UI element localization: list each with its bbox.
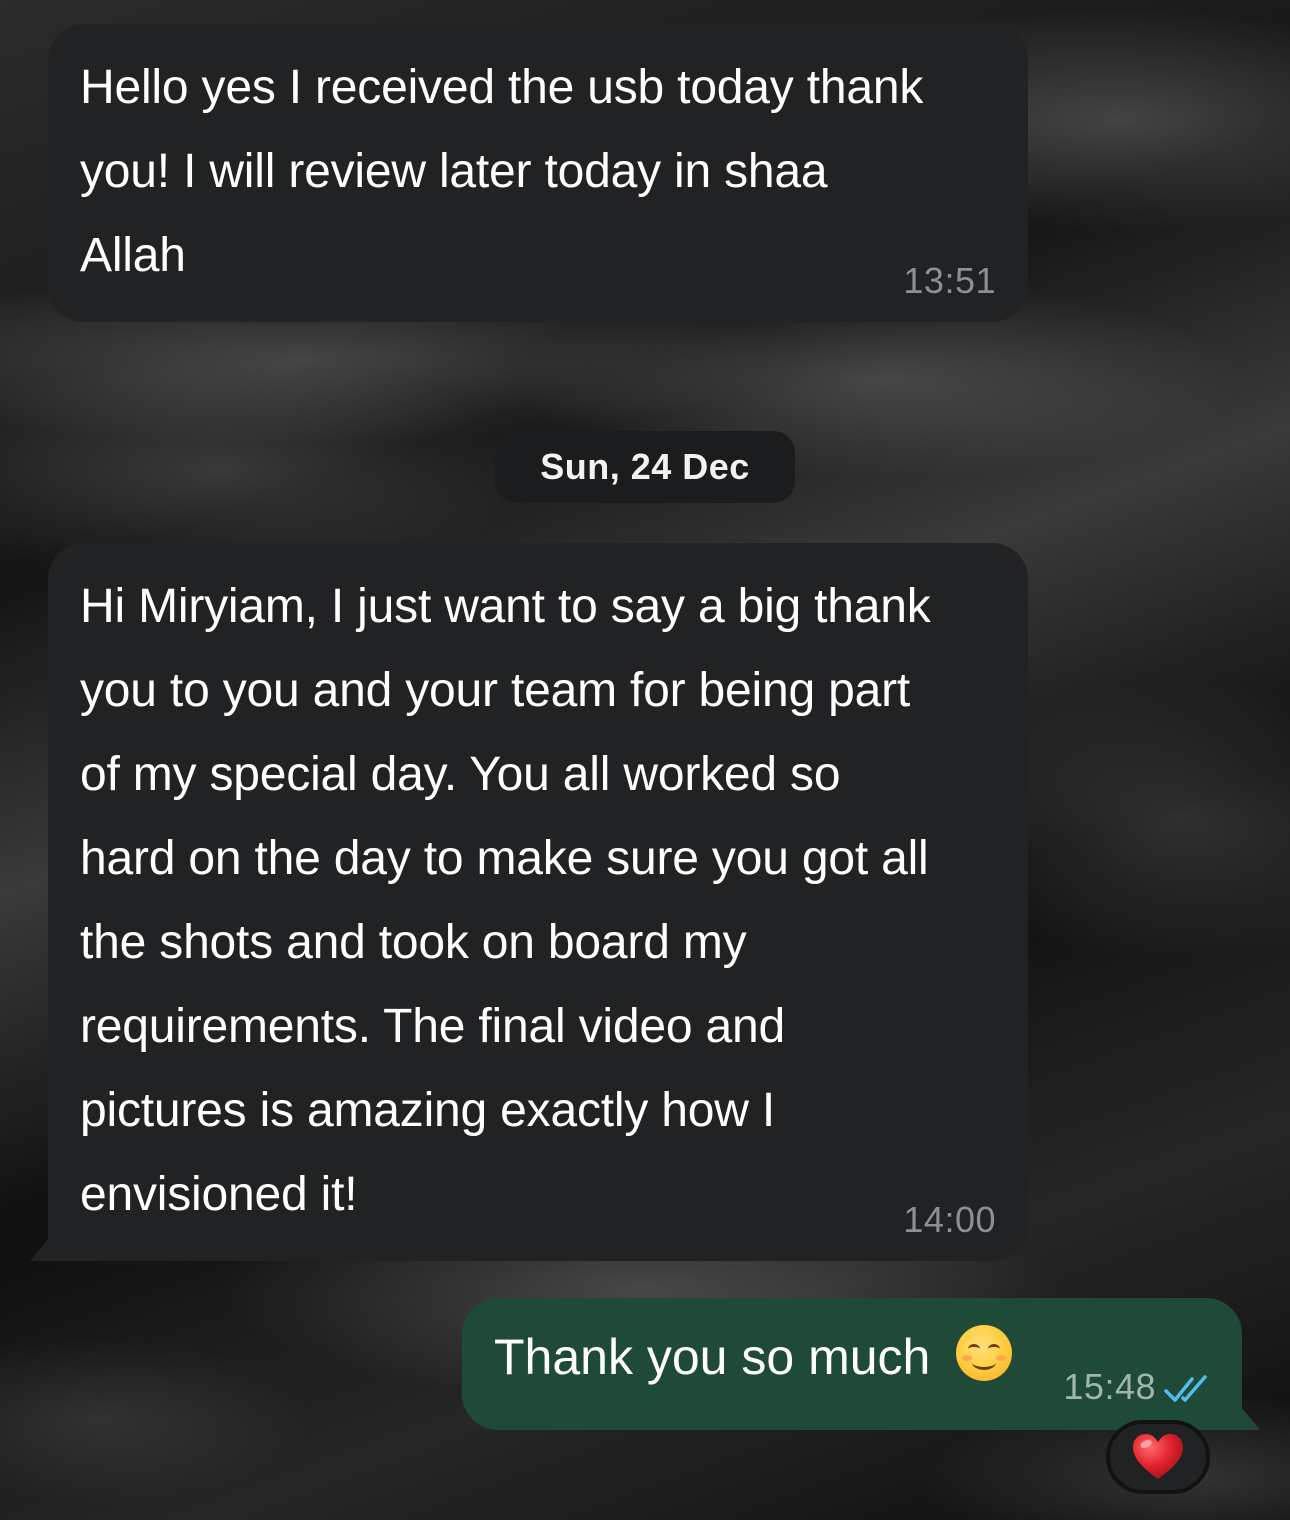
read-receipt-double-check-icon (1164, 1375, 1207, 1402)
message-timestamp: 14:00 (903, 1199, 996, 1240)
bubble-tail (30, 1239, 48, 1261)
red-heart-icon (1133, 1434, 1183, 1479)
bubble-tail (1242, 1408, 1260, 1430)
message-timestamp: 15:48 (1063, 1366, 1156, 1407)
message-text: Hello yes I received the usb today thank… (80, 61, 924, 282)
message-text: Thank you so much (494, 1329, 931, 1385)
reaction-badge[interactable] (1106, 1420, 1210, 1494)
date-separator: Sun, 24 Dec (495, 431, 795, 503)
message-text: Hi Miryiam, I just want to say a big tha… (80, 580, 931, 1221)
message-timestamp: 13:51 (903, 260, 996, 301)
smiling-face-emoji-icon (956, 1325, 1012, 1381)
message-bubble-incoming[interactable]: Hi Miryiam, I just want to say a big tha… (30, 543, 1028, 1261)
message-bubble-incoming[interactable]: Hello yes I received the usb today thank… (48, 24, 1028, 322)
message-bubble-outgoing[interactable]: Thank you so much 15:48 (462, 1298, 1260, 1430)
